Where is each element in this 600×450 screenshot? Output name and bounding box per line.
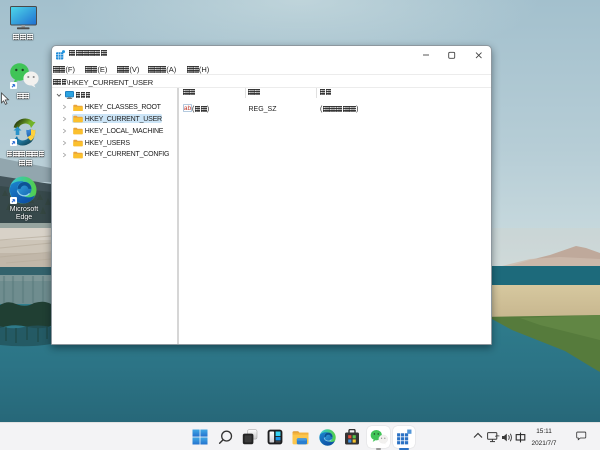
svg-text:ab: ab xyxy=(184,105,192,112)
